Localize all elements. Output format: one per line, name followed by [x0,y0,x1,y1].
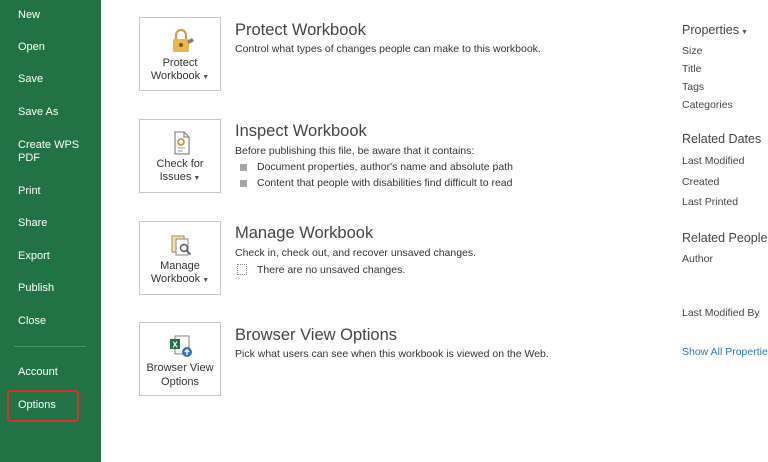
protect-workbook-desc: Control what types of changes people can… [235,43,541,55]
manage-unsaved-note: There are no unsaved changes. [257,264,406,276]
nav-account[interactable]: Account [18,366,58,379]
prop-created: Created [682,176,720,188]
nav-options[interactable]: Options [18,399,56,412]
protect-workbook-button[interactable]: Protect Workbook ▼ [139,17,221,91]
excel-browser-view-icon: X [170,335,192,357]
inspect-workbook-title: Inspect Workbook [235,122,367,140]
protect-tile-label-1: Protect [162,57,198,69]
manage-workbook-icon [171,235,192,256]
prop-last-modified: Last Modified [682,155,745,167]
chevron-down-icon: ▼ [202,277,210,284]
properties-heading: Properties [682,23,739,37]
backstage-sidebar: New Open Save Save As Create WPS PDF Pri… [0,0,101,462]
svg-text:X: X [172,341,178,350]
inspect-workbook-desc: Before publishing this file, be aware th… [235,145,475,157]
browser-view-options-button[interactable]: X Browser View Options [139,322,221,396]
prop-title: Title [682,63,702,75]
chevron-down-icon: ▼ [202,74,210,81]
protect-tile-label-row: Workbook ▼ [140,70,220,84]
prop-size: Size [682,45,703,57]
nav-new[interactable]: New [18,9,40,22]
nav-save-as[interactable]: Save As [18,106,58,119]
related-dates-heading: Related Dates [682,132,762,146]
inspect-tile-label-1: Check for [156,158,204,170]
prop-last-printed: Last Printed [682,196,739,208]
prop-last-modified-by: Last Modified By [682,307,760,319]
related-people-heading: Related People [682,231,768,245]
manage-tile-label-1: Manage [160,260,200,272]
nav-create-wps-pdf[interactable]: Create WPS PDF [18,139,84,165]
protect-tile-label-2: Workbook [150,70,201,82]
bullet-icon [240,164,247,171]
inspect-bullet-2: Content that people with disabilities fi… [257,177,513,189]
chevron-down-icon: ▼ [740,29,748,36]
nav-separator [14,346,86,347]
nav-share[interactable]: Share [18,217,47,230]
document-icon [237,264,247,275]
nav-print[interactable]: Print [18,185,41,198]
manage-workbook-title: Manage Workbook [235,224,374,242]
properties-dropdown[interactable]: Properties ▼ [682,23,748,37]
check-for-issues-button[interactable]: Check for Issues ▼ [139,119,221,193]
protect-workbook-title: Protect Workbook [235,21,366,39]
bullet-icon [240,180,247,187]
inspect-bullet-1: Document properties, author's name and a… [257,161,513,173]
show-all-properties-link[interactable]: Show All Properties [682,346,768,358]
manage-tile-label-2: Workbook [150,273,201,285]
inspect-tile-label-row: Issues ▼ [140,171,220,185]
browser-tile-label-1: Browser View [146,362,214,374]
nav-open[interactable]: Open [18,41,45,54]
prop-author: Author [682,253,713,265]
browser-view-desc: Pick what users can see when this workbo… [235,348,549,360]
manage-workbook-desc: Check in, check out, and recover unsaved… [235,247,477,259]
inspect-tile-label-2: Issues [159,171,192,183]
manage-workbook-button[interactable]: Manage Workbook ▼ [139,221,221,295]
manage-tile-label-row: Workbook ▼ [140,273,220,287]
nav-publish[interactable]: Publish [18,282,54,295]
prop-categories: Categories [682,99,733,111]
browser-tile-label-2: Options [161,376,199,388]
lock-icon [173,28,194,52]
browser-view-title: Browser View Options [235,326,398,344]
prop-tags: Tags [682,81,705,93]
nav-close[interactable]: Close [18,315,46,328]
nav-save[interactable]: Save [18,73,43,86]
chevron-down-icon: ▼ [193,175,201,182]
inspect-document-icon [174,131,190,155]
nav-export[interactable]: Export [18,250,50,263]
